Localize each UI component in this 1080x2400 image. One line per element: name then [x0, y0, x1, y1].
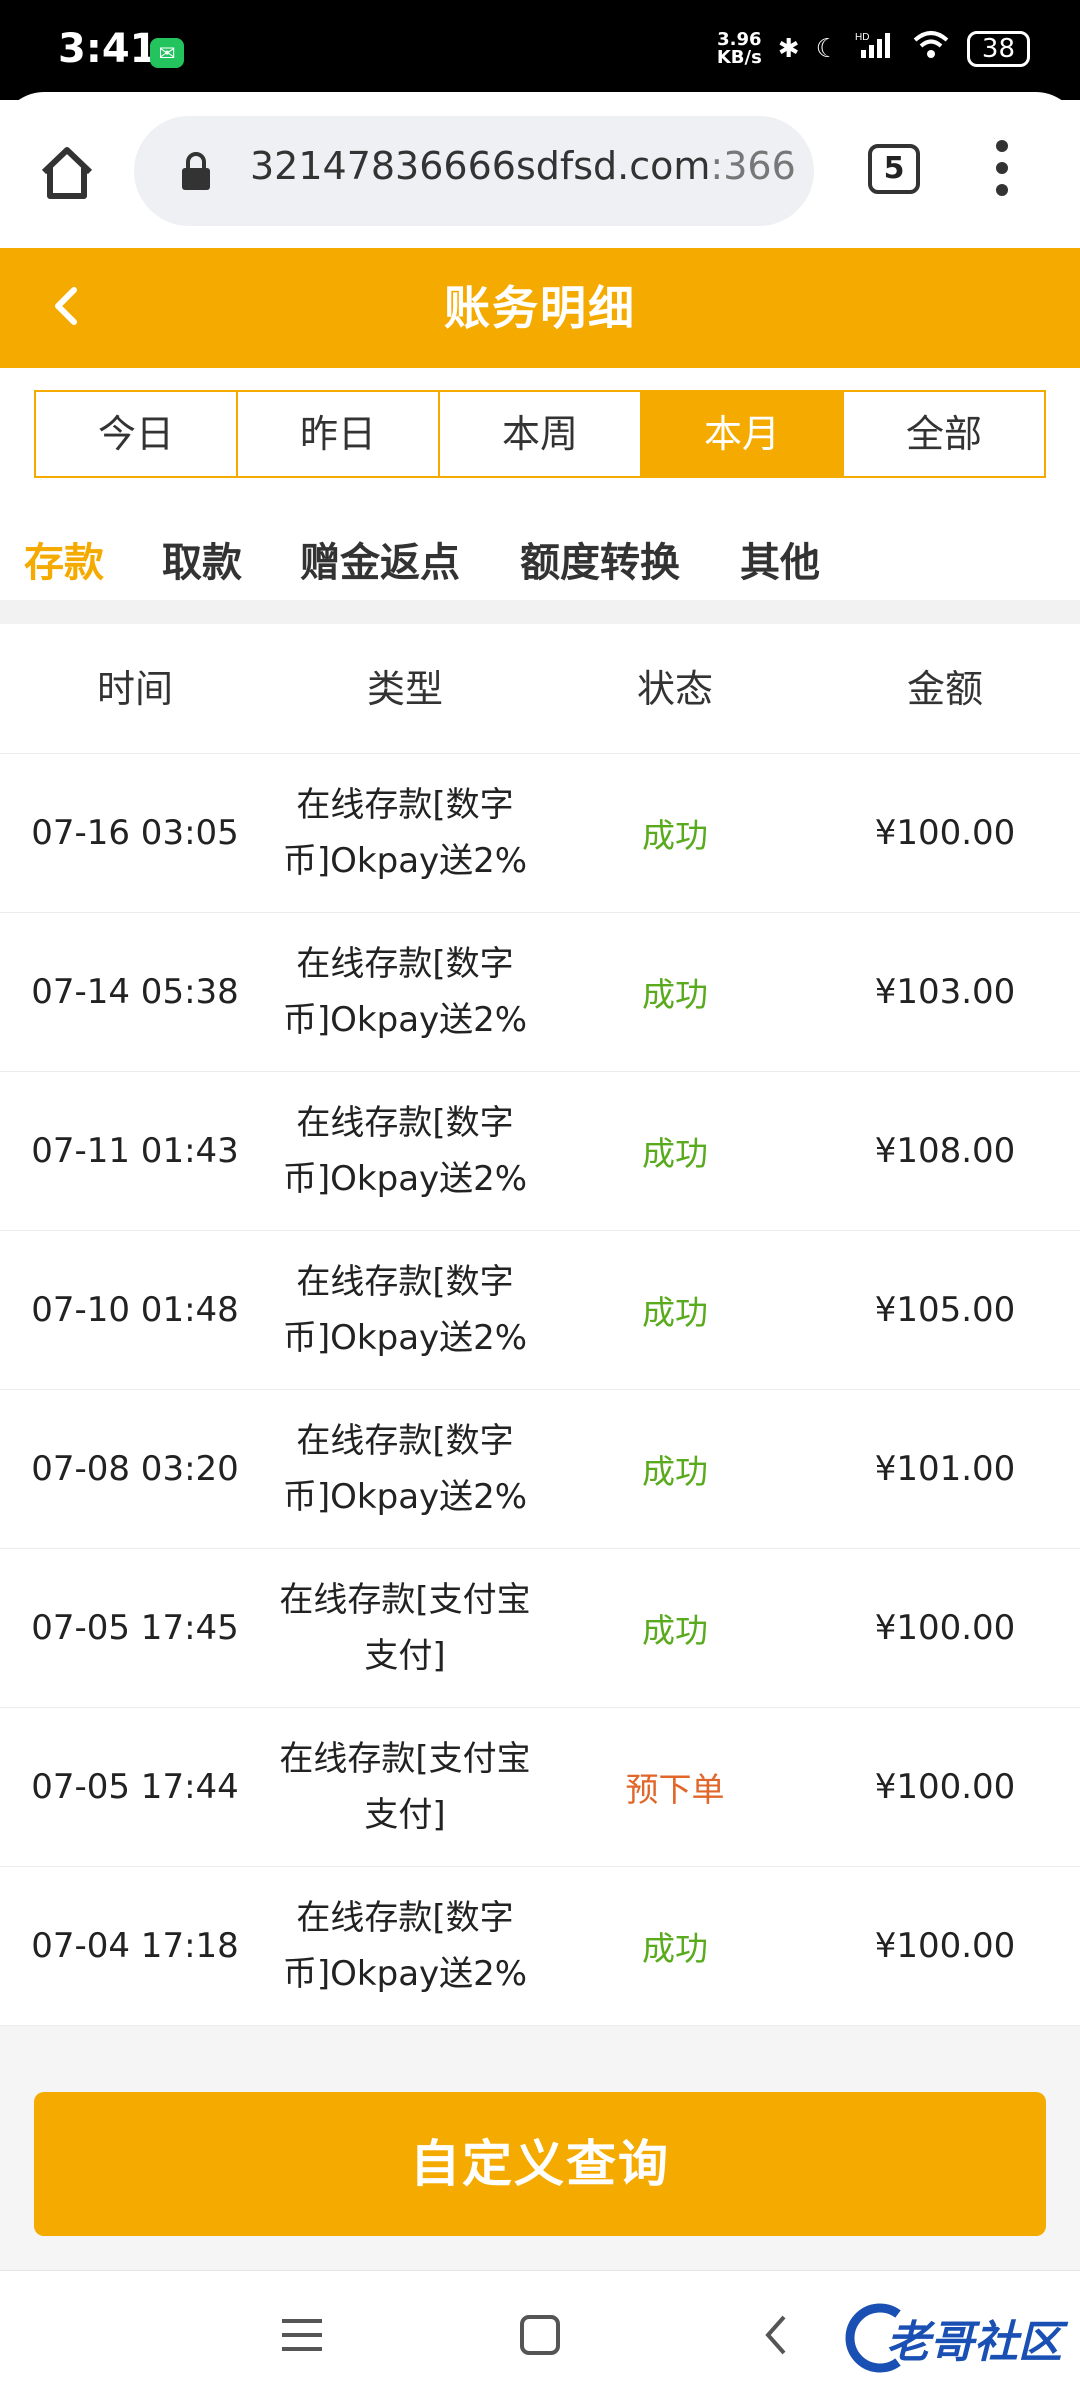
browser-toolbar: 32147836666sdfsd.com:3666 5	[0, 92, 1080, 248]
wechat-notification-icon: ✉	[150, 38, 184, 68]
home-square-icon[interactable]	[518, 2315, 562, 2359]
cell-type: 在线存款[数字 币]Okpay送2%	[282, 1421, 528, 1517]
table-row[interactable]: 07-05 17:45 在线存款[支付宝 支付] 成功 ¥100.00	[0, 1549, 1080, 1708]
watermark-logo: 老哥社区	[838, 2300, 1068, 2376]
cell-amount: ¥100.00	[874, 813, 1016, 853]
cell-time: 07-05 17:44	[31, 1767, 239, 1807]
records-table: 07-16 03:05 在线存款[数字 币]Okpay送2% 成功 ¥100.00…	[0, 754, 1080, 2026]
network-speed: 3.96 KB/s	[716, 28, 762, 68]
cell-type: 在线存款[数字 币]Okpay送2%	[282, 1262, 528, 1358]
column-header-status: 状态	[636, 667, 713, 711]
cell-status: 成功	[642, 975, 708, 1014]
cell-type: 在线存款[数字 币]Okpay送2%	[282, 785, 528, 881]
period-this-month[interactable]: 本月	[642, 392, 844, 476]
status-icons: 3.96 KB/s ✱ ☾ HD 38	[717, 30, 1030, 67]
cell-status: 成功	[642, 1452, 708, 1491]
address-bar[interactable]: 32147836666sdfsd.com:3666	[134, 116, 814, 226]
tab-credit-transfer[interactable]: 额度转换	[520, 530, 680, 588]
home-icon[interactable]	[36, 142, 98, 204]
battery-indicator: 38	[966, 30, 1030, 67]
period-selector: 今日 昨日 本周 本月 全部	[34, 390, 1046, 478]
cell-status: 成功	[642, 1611, 708, 1650]
period-all[interactable]: 全部	[844, 392, 1044, 476]
table-row[interactable]: 07-04 17:18 在线存款[数字 币]Okpay送2% 成功 ¥100.00	[0, 1867, 1080, 2026]
section-divider	[0, 600, 1080, 624]
cell-amount: ¥100.00	[874, 1608, 1016, 1648]
column-header-amount: 金额	[906, 667, 983, 711]
cell-type: 在线存款[数字 币]Okpay送2%	[282, 1898, 528, 1994]
tab-bonus-rebate[interactable]: 赠金返点	[300, 530, 460, 588]
watermark-text: 老哥社区	[886, 2317, 1062, 2368]
more-menu-icon[interactable]	[994, 140, 1010, 196]
back-arrow-icon[interactable]	[40, 276, 100, 336]
custom-query-button[interactable]: 自定义查询	[34, 2092, 1046, 2236]
cell-time: 07-04 17:18	[31, 1926, 239, 1966]
tab-deposit[interactable]: 存款	[24, 530, 104, 588]
tab-withdraw[interactable]: 取款	[162, 530, 242, 588]
table-header: 时间 类型 状态 金额	[0, 624, 1080, 754]
cell-status: 成功	[642, 1929, 708, 1968]
cell-amount: ¥101.00	[874, 1449, 1016, 1489]
period-today[interactable]: 今日	[36, 392, 238, 476]
cell-status: 成功	[642, 1293, 708, 1332]
do-not-disturb-moon-icon: ☾	[815, 33, 839, 64]
cell-amount: ¥103.00	[874, 972, 1016, 1012]
hd-label: HD	[855, 32, 869, 43]
cell-status: 预下单	[625, 1770, 725, 1809]
cell-status: 成功	[642, 816, 708, 855]
cell-time: 07-08 03:20	[31, 1449, 239, 1489]
period-yesterday[interactable]: 昨日	[238, 392, 440, 476]
column-header-type: 类型	[366, 667, 443, 711]
menu-icon[interactable]	[280, 2315, 324, 2359]
table-row[interactable]: 07-11 01:43 在线存款[数字 币]Okpay送2% 成功 ¥108.00	[0, 1072, 1080, 1231]
page-title: 账务明细	[444, 281, 636, 335]
bluetooth-icon: ✱	[777, 33, 800, 64]
cell-status: 成功	[642, 1134, 708, 1173]
url-text[interactable]: 32147836666sdfsd.com:3666	[250, 144, 798, 188]
cell-type: 在线存款[支付宝 支付]	[279, 1739, 531, 1835]
category-tabs: 存款 取款 赠金返点 额度转换 其他	[0, 520, 1080, 600]
column-header-time: 时间	[96, 667, 173, 711]
signal-icon: HD	[855, 30, 895, 67]
page-header: 账务明细	[0, 248, 1080, 368]
table-row[interactable]: 07-05 17:44 在线存款[支付宝 支付] 预下单 ¥100.00	[0, 1708, 1080, 1867]
cell-time: 07-16 03:05	[31, 813, 239, 853]
cell-time: 07-14 05:38	[31, 972, 239, 1012]
table-row[interactable]: 07-16 03:05 在线存款[数字 币]Okpay送2% 成功 ¥100.00	[0, 754, 1080, 913]
tab-switcher-button[interactable]: 5	[868, 144, 920, 194]
cell-time: 07-05 17:45	[31, 1608, 239, 1648]
table-row[interactable]: 07-08 03:20 在线存款[数字 币]Okpay送2% 成功 ¥101.00	[0, 1390, 1080, 1549]
cell-time: 07-10 01:48	[31, 1290, 239, 1330]
cell-amount: ¥108.00	[874, 1131, 1016, 1171]
cell-amount: ¥100.00	[874, 1926, 1016, 1966]
back-icon[interactable]	[756, 2315, 800, 2359]
wifi-icon	[911, 30, 951, 67]
table-row[interactable]: 07-14 05:38 在线存款[数字 币]Okpay送2% 成功 ¥103.00	[0, 913, 1080, 1072]
tab-other[interactable]: 其他	[740, 530, 820, 588]
cell-amount: ¥105.00	[874, 1290, 1016, 1330]
lock-icon	[180, 150, 212, 192]
cell-time: 07-11 01:43	[31, 1131, 239, 1171]
period-this-week[interactable]: 本周	[440, 392, 642, 476]
cell-type: 在线存款[数字 币]Okpay送2%	[282, 1103, 528, 1199]
cell-type: 在线存款[支付宝 支付]	[279, 1580, 531, 1676]
cell-type: 在线存款[数字 币]Okpay送2%	[282, 944, 528, 1040]
cell-amount: ¥100.00	[874, 1767, 1016, 1807]
table-row[interactable]: 07-10 01:48 在线存款[数字 币]Okpay送2% 成功 ¥105.00	[0, 1231, 1080, 1390]
status-bar: 3:41 ✉ 3.96 KB/s ✱ ☾ HD 38	[0, 0, 1080, 100]
clock: 3:41	[58, 26, 158, 72]
